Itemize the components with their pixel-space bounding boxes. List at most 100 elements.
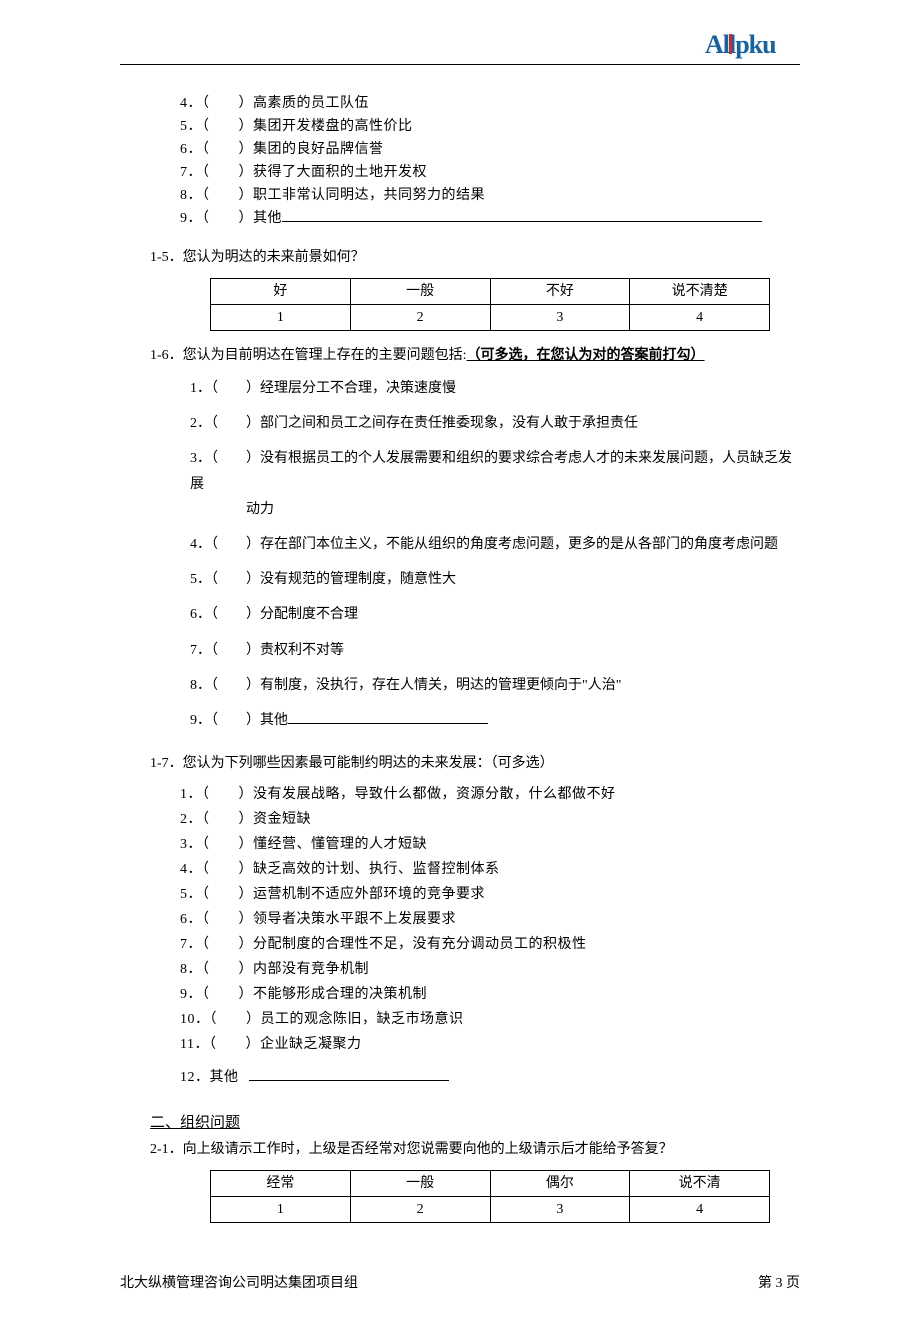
item-num: 3． [190, 451, 211, 466]
header: Allpku [120, 30, 800, 65]
item-text: 没有规范的管理制度，随意性大 [260, 572, 456, 587]
rating-header: 说不清 [630, 1170, 770, 1196]
fill-blank[interactable] [249, 1080, 449, 1081]
q16-instruction: （可多选，在您认为对的答案前打勾） [467, 348, 705, 363]
item-text-cont: 动力 [246, 497, 800, 522]
rating-value[interactable]: 2 [350, 1196, 490, 1222]
item-num: 2． [180, 812, 202, 827]
q21-rating-table: 经常 一般 偶尔 说不清 1 2 3 4 [210, 1170, 770, 1223]
item-text: 运营机制不适应外部环境的竞争要求 [253, 887, 485, 902]
list-item: 9．（ ）不能够形成合理的决策机制 [180, 984, 800, 1005]
list-item: 3．（ ）懂经营、懂管理的人才短缺 [180, 834, 800, 855]
q14-items: 4．（ ）高素质的员工队伍 5．（ ）集团开发楼盘的高性价比 6．（ ）集团的良… [120, 93, 800, 229]
q15-rating-table: 好 一般 不好 说不清楚 1 2 3 4 [210, 278, 770, 331]
item-text: 员工的观念陈旧，缺乏市场意识 [261, 1012, 464, 1027]
item-num: 8． [180, 188, 202, 203]
list-item: 12．其他 [180, 1067, 800, 1088]
rating-value[interactable]: 1 [211, 1196, 351, 1222]
logo-allpku: Allpku [705, 30, 800, 62]
item-text: 责权利不对等 [260, 643, 344, 658]
item-text: 其他 [253, 211, 282, 226]
list-item: 1．（ ）经理层分工不合理，决策速度慢 [190, 376, 800, 401]
q21-title: 2-1．向上级请示工作时，上级是否经常对您说需要向他的上级请示后才能给予答复？ [150, 1139, 800, 1160]
list-item: 7．（ ）分配制度的合理性不足，没有充分调动员工的积极性 [180, 934, 800, 955]
item-text: 经理层分工不合理，决策速度慢 [260, 381, 456, 396]
item-num: 5． [190, 572, 211, 587]
item-num: 7． [180, 165, 202, 180]
item-num: 9． [190, 713, 211, 728]
list-item: 10．（ ）员工的观念陈旧，缺乏市场意识 [180, 1009, 800, 1030]
rating-value[interactable]: 2 [350, 305, 490, 331]
item-text: 存在部门本位主义，不能从组织的角度考虑问题，更多的是从各部门的角度考虑问题 [260, 537, 778, 552]
list-item: 5．（ ）没有规范的管理制度，随意性大 [190, 567, 800, 592]
list-item: 2．（ ）部门之间和员工之间存在责任推委现象，没有人敢于承担责任 [190, 411, 800, 436]
item-num: 4． [180, 862, 202, 877]
item-num: 11． [180, 1037, 209, 1052]
item-num: 1． [190, 381, 211, 396]
list-item: 6．（ ）分配制度不合理 [190, 602, 800, 627]
rating-header: 不好 [490, 279, 630, 305]
list-item: 2．（ ）资金短缺 [180, 809, 800, 830]
list-item: 9．（ ）其他 [190, 708, 800, 733]
item-num: 9． [180, 987, 202, 1002]
list-item: 4．（ ）存在部门本位主义，不能从组织的角度考虑问题，更多的是从各部门的角度考虑… [190, 532, 800, 557]
fill-blank[interactable] [288, 723, 488, 724]
item-text: 集团开发楼盘的高性价比 [253, 119, 413, 134]
item-text: 内部没有竞争机制 [253, 962, 369, 977]
list-item: 4．（ ）缺乏高效的计划、执行、监督控制体系 [180, 859, 800, 880]
item-num: 5． [180, 119, 202, 134]
item-num: 7． [190, 643, 211, 658]
list-item: 9．（ ）其他 [180, 208, 800, 229]
list-item: 11．（ ）企业缺乏凝聚力 [180, 1034, 800, 1055]
item-text: 其他 [210, 1070, 239, 1085]
q16-title: 1-6．您认为目前明达在管理上存在的主要问题包括:（可多选，在您认为对的答案前打… [150, 345, 800, 366]
rating-header: 一般 [350, 279, 490, 305]
list-item: 7．（ ）责权利不对等 [190, 638, 800, 663]
item-text: 没有根据员工的个人发展需要和组织的要求综合考虑人才的未来发展问题，人员缺乏发展 [190, 451, 792, 491]
footer: 北大纵横管理咨询公司明达集团项目组 第 3 页 [120, 1273, 800, 1294]
list-item: 3．（ ）没有根据员工的个人发展需要和组织的要求综合考虑人才的未来发展问题，人员… [190, 446, 800, 522]
list-item: 4．（ ）高素质的员工队伍 [180, 93, 800, 114]
item-num: 12． [180, 1070, 210, 1085]
item-text: 不能够形成合理的决策机制 [253, 987, 427, 1002]
q15-title: 1-5．您认为明达的未来前景如何？ [150, 247, 800, 268]
item-text: 懂经营、懂管理的人才短缺 [253, 837, 427, 852]
item-num: 5． [180, 887, 202, 902]
item-text: 资金短缺 [253, 812, 311, 827]
rating-value[interactable]: 3 [490, 1196, 630, 1222]
item-text: 领导者决策水平跟不上发展要求 [253, 912, 456, 927]
rating-header: 经常 [211, 1170, 351, 1196]
rating-value[interactable]: 4 [630, 305, 770, 331]
item-num: 6． [190, 607, 211, 622]
rating-value[interactable]: 3 [490, 305, 630, 331]
item-num: 2． [190, 416, 211, 431]
item-num: 8． [180, 962, 202, 977]
item-text: 缺乏高效的计划、执行、监督控制体系 [253, 862, 500, 877]
footer-page-number: 第 3 页 [758, 1273, 800, 1294]
item-text: 高素质的员工队伍 [253, 96, 369, 111]
list-item: 8．（ ）有制度，没执行，存在人情关，明达的管理更倾向于"人治" [190, 673, 800, 698]
item-text: 分配制度的合理性不足，没有充分调动员工的积极性 [253, 937, 587, 952]
item-text: 分配制度不合理 [260, 607, 358, 622]
item-num: 4． [180, 96, 202, 111]
list-item: 6．（ ）集团的良好品牌信誉 [180, 139, 800, 160]
list-item: 5．（ ）运营机制不适应外部环境的竞争要求 [180, 884, 800, 905]
page: Allpku 4．（ ）高素质的员工队伍 5．（ ）集团开发楼盘的高性价比 6．… [60, 0, 860, 1334]
fill-blank[interactable] [282, 221, 762, 222]
item-text: 没有发展战略，导致什么都做，资源分散，什么都做不好 [253, 787, 616, 802]
list-item: 6．（ ）领导者决策水平跟不上发展要求 [180, 909, 800, 930]
q17-items: 1．（ ）没有发展战略，导致什么都做，资源分散，什么都做不好 2．（ ）资金短缺… [120, 784, 800, 1088]
footer-left: 北大纵横管理咨询公司明达集团项目组 [120, 1273, 358, 1294]
rating-value[interactable]: 1 [211, 305, 351, 331]
rating-header: 偶尔 [490, 1170, 630, 1196]
item-num: 7． [180, 937, 202, 952]
rating-header: 一般 [350, 1170, 490, 1196]
rating-value[interactable]: 4 [630, 1196, 770, 1222]
list-item: 1．（ ）没有发展战略，导致什么都做，资源分散，什么都做不好 [180, 784, 800, 805]
item-text: 企业缺乏凝聚力 [260, 1037, 362, 1052]
rating-header: 说不清楚 [630, 279, 770, 305]
item-text: 获得了大面积的土地开发权 [253, 165, 427, 180]
list-item: 8．（ ）职工非常认同明达，共同努力的结果 [180, 185, 800, 206]
q16-title-text: 1-6．您认为目前明达在管理上存在的主要问题包括: [150, 348, 467, 363]
list-item: 7．（ ）获得了大面积的土地开发权 [180, 162, 800, 183]
